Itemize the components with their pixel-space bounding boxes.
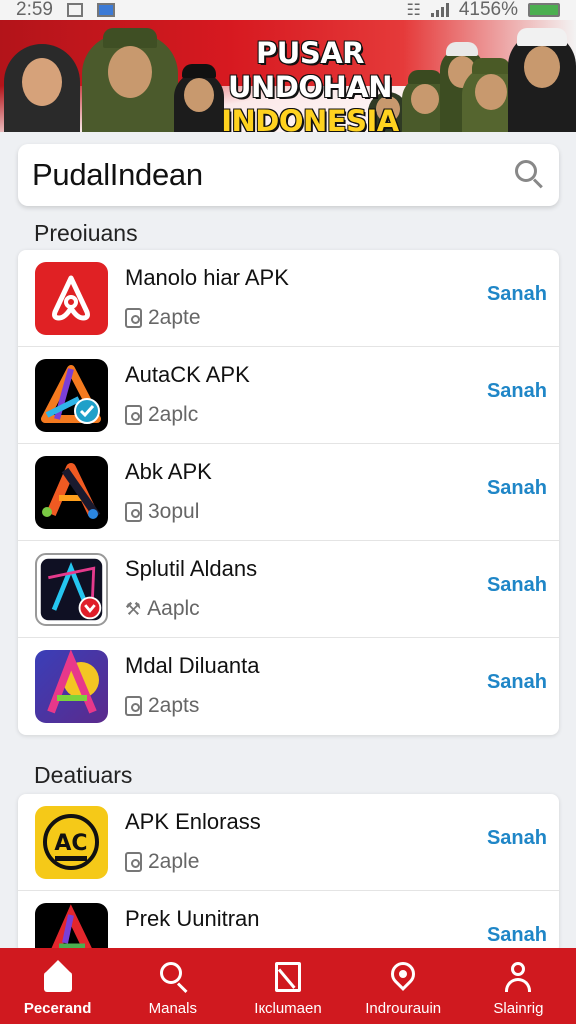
package-icon (125, 696, 142, 716)
location-pin-icon (386, 957, 421, 994)
list-item[interactable]: Abk APK 3opul Sanah (18, 444, 559, 541)
a-letter-logo-icon (35, 456, 108, 529)
triangle-logo-icon (35, 359, 108, 432)
document-icon (271, 960, 305, 994)
list-item[interactable]: Splutil Aldans ⚒ Aaplc Sanah (18, 541, 559, 638)
airbnb-style-icon (35, 262, 108, 335)
nav-item-location[interactable]: Indrourauin (346, 948, 461, 1024)
section-title: Deatiuars (34, 762, 133, 788)
list-item[interactable]: AutaCK APK 2aplc Sanah (18, 347, 559, 444)
app-meta: 2aplc (125, 403, 198, 427)
home-icon (41, 960, 75, 994)
list-item[interactable]: Prek Uunitran Sanah (18, 891, 559, 954)
nav-item-search[interactable]: Manals (115, 948, 230, 1024)
search-icon (156, 960, 190, 994)
image-notification-icon (96, 3, 115, 17)
nav-item-profile[interactable]: Slainrig (461, 948, 576, 1024)
app-name: APK Enlorass (125, 809, 261, 834)
colorful-a-logo-icon (35, 903, 108, 954)
package-icon (125, 502, 142, 522)
package-icon (125, 308, 142, 328)
banner-figure (82, 28, 178, 132)
app-name: Mdal Diluanta (125, 653, 260, 678)
signal-icon (430, 3, 449, 17)
app-name: Splutil Aldans (125, 556, 258, 581)
banner-figure (4, 44, 80, 132)
app-name: Prek Uunitran (125, 906, 260, 931)
banner-title: PUSAR UNDOHAN INDONESIA (190, 36, 430, 132)
wifi-icon: ☷ (406, 2, 421, 19)
gradient-a-logo-icon (35, 650, 108, 723)
tools-icon: ⚒ (125, 598, 142, 619)
install-button[interactable]: Sanah (487, 924, 547, 947)
list-item[interactable]: AC APK Enlorass 2aple Sanah (18, 794, 559, 891)
package-icon (125, 405, 142, 425)
app-name: Manolo hiar APK (125, 265, 289, 290)
nav-label: Manals (148, 1000, 197, 1017)
nav-label: Iкclumaen (254, 1000, 322, 1017)
status-bar: 2:59 ☷ 4156% (0, 0, 576, 20)
battery-icon (528, 3, 560, 17)
nav-label: Pecerand (23, 1000, 92, 1017)
notification-icon (66, 3, 83, 17)
install-button[interactable]: Sanah (487, 671, 547, 694)
install-button[interactable]: Sanah (487, 283, 547, 306)
app-list: Manolo hiar APK 2apte Sanah AutaCK APK 2… (18, 250, 559, 735)
app-meta: ⚒ Aaplc (125, 597, 200, 620)
banner-title-line2: INDONESIA (221, 104, 399, 132)
app-meta: 2apte (125, 306, 201, 330)
header-banner: PUSAR UNDOHAN INDONESIA (0, 20, 576, 132)
user-icon (501, 960, 535, 994)
status-time: 2:59 (16, 0, 53, 20)
app-name: AutaCK APK (125, 362, 250, 387)
app-meta: 2apts (125, 694, 199, 718)
nav-item-document[interactable]: Iкclumaen (230, 948, 345, 1024)
ac-badge-icon: AC (35, 806, 108, 879)
search-input[interactable]: PudalIndean (32, 157, 515, 193)
install-button[interactable]: Sanah (487, 827, 547, 850)
battery-percentage: 4156% (458, 0, 518, 20)
app-name: Abk APK (125, 459, 212, 484)
list-item[interactable]: Mdal Diluanta 2apts Sanah (18, 638, 559, 735)
install-button[interactable]: Sanah (487, 477, 547, 500)
search-icon[interactable] (515, 160, 545, 190)
install-button[interactable]: Sanah (487, 380, 547, 403)
install-button[interactable]: Sanah (487, 574, 547, 597)
app-meta: 2aple (125, 850, 199, 874)
list-item[interactable]: Manolo hiar APK 2apte Sanah (18, 250, 559, 347)
nav-label: Slainrig (493, 1000, 544, 1017)
banner-figure (508, 28, 576, 132)
app-meta: 3opul (125, 500, 199, 524)
nav-item-home[interactable]: Pecerand (0, 948, 115, 1024)
bottom-navigation: Pecerand Manals Iкclumaen Indrourauin Sl… (0, 948, 576, 1024)
neon-a-logo-icon (35, 553, 108, 626)
svg-text:AC: AC (54, 831, 87, 856)
package-icon (125, 852, 142, 872)
section-title: Preoiuans (34, 220, 138, 246)
app-list: AC APK Enlorass 2aple Sanah Prek Uunitra… (18, 794, 559, 954)
search-bar[interactable]: PudalIndean (18, 144, 559, 206)
nav-label: Indrourauin (365, 1000, 442, 1017)
banner-title-line1: PUSAR UNDOHAN (227, 36, 393, 104)
